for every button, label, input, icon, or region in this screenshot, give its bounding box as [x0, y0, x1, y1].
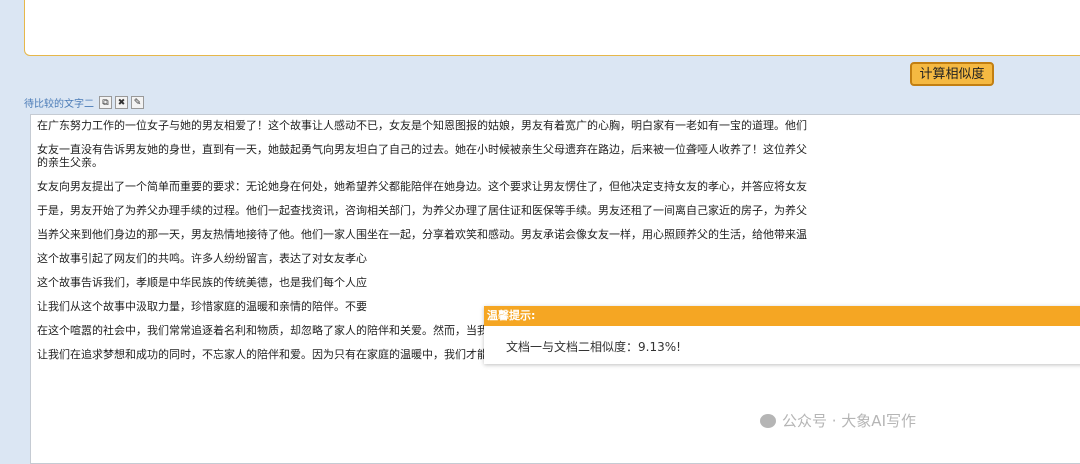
- paragraph: 这个故事引起了网友们的共鸣。许多人纷纷留言，表达了对女友孝心: [37, 252, 367, 265]
- text-two-label-row: 待比较的文字二 ⧉ ✖ ✎: [24, 94, 144, 110]
- watermark-text: 公众号 · 大象AI写作: [782, 412, 916, 430]
- paragraph: 女友向男友提出了一个简单而重要的要求：无论她身在何处，她希望养父都能陪伴在她身边…: [37, 180, 807, 193]
- watermark: 公众号 · 大象AI写作: [760, 410, 916, 431]
- similarity-result-dialog: 温馨提示: 文档一与文档二相似度：9.13%!: [484, 306, 1080, 364]
- dialog-message: 文档一与文档二相似度：9.13%!: [506, 340, 681, 354]
- paragraph-line: 女友一直没有告诉男友她的身世，直到有一天，她鼓起勇气向男友坦白了自己的过去。她在…: [37, 143, 807, 156]
- paragraph: 这个故事告诉我们，孝顺是中华民族的传统美德，也是我们每个人应: [37, 276, 367, 289]
- copy-icon[interactable]: ⧉: [99, 95, 112, 109]
- paragraph: 在广东努力工作的一位女子与她的男友相爱了！这个故事让人感动不已，女友是个知恩图报…: [37, 119, 807, 132]
- paragraph: 当养父来到他们身边的那一天，男友热情地接待了他。他们一家人围坐在一起，分享着欢笑…: [37, 228, 807, 241]
- comment-icon[interactable]: ✎: [131, 95, 144, 109]
- paragraph: 于是，男友开始了为养父办理手续的过程。他们一起查找资讯，咨询相关部门，为养父办理…: [37, 204, 807, 217]
- text-input-two[interactable]: 在广东努力工作的一位女子与她的男友相爱了！这个故事让人感动不已，女友是个知恩图报…: [30, 114, 1080, 464]
- compute-similarity-button[interactable]: 计算相似度: [910, 62, 994, 86]
- dialog-title[interactable]: 温馨提示:: [484, 306, 1080, 326]
- text-input-one[interactable]: [24, 0, 1080, 56]
- wechat-icon: [760, 414, 776, 428]
- paragraph-line: 的亲生父亲。: [37, 156, 103, 169]
- clear-icon[interactable]: ✖: [115, 95, 128, 109]
- text-two-label: 待比较的文字二: [24, 98, 94, 110]
- paragraph: 女友一直没有告诉男友她的身世，直到有一天，她鼓起勇气向男友坦白了自己的过去。她在…: [37, 143, 1080, 169]
